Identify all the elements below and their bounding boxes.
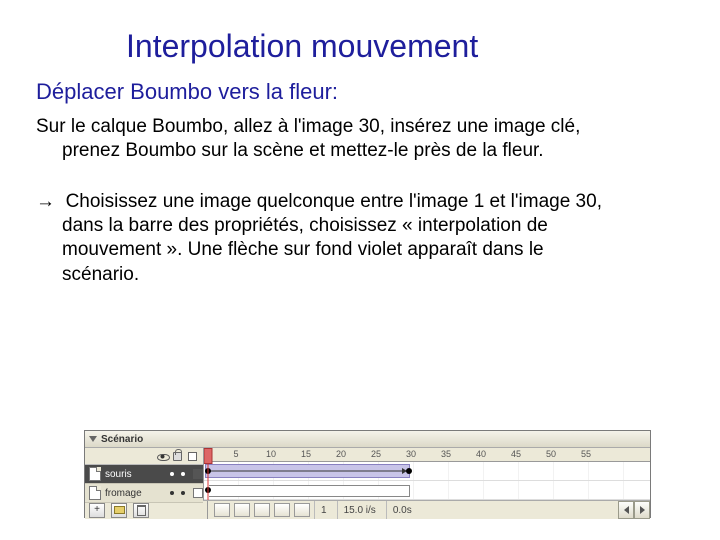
timeline-area[interactable]: 1510152025303540455055 xyxy=(204,448,650,500)
layers-column: souris fromage xyxy=(85,448,204,500)
delete-layer-button[interactable] xyxy=(133,503,149,518)
add-folder-button[interactable] xyxy=(111,503,127,518)
ruler-tick: 10 xyxy=(266,449,276,459)
layer-name: fromage xyxy=(105,488,153,499)
panel-title: Scénario xyxy=(101,434,143,445)
disclosure-icon[interactable] xyxy=(89,436,97,442)
eye-icon[interactable] xyxy=(158,452,167,461)
lock-icon[interactable] xyxy=(173,452,182,461)
layer-icon xyxy=(89,486,101,500)
ruler-tick: 15 xyxy=(301,449,311,459)
center-frame-button[interactable] xyxy=(214,503,230,517)
add-layer-button[interactable] xyxy=(89,503,105,518)
timeline-row[interactable] xyxy=(204,481,650,500)
layer-row[interactable]: souris xyxy=(85,465,203,484)
page-title: Interpolation mouvement xyxy=(126,28,684,65)
playhead-line xyxy=(208,464,209,500)
layer-name: souris xyxy=(105,469,153,480)
ruler-tick: 30 xyxy=(406,449,416,459)
ruler-tick: 40 xyxy=(476,449,486,459)
timeline-panel: Scénario souris fromage xyxy=(84,430,651,518)
edit-multiple-frames-button[interactable] xyxy=(274,503,290,517)
arrow-icon: → xyxy=(36,191,55,212)
color-swatch[interactable] xyxy=(193,469,203,479)
onion-skin-button[interactable] xyxy=(234,503,250,517)
color-swatch[interactable] xyxy=(193,488,203,498)
layer-header xyxy=(85,448,203,465)
paragraph-2: → Choisissez une image quelconque entre … xyxy=(36,190,622,287)
ruler-tick: 55 xyxy=(581,449,591,459)
timeline-row[interactable] xyxy=(204,462,650,481)
subtitle: Déplacer Boumbo vers la fleur: xyxy=(36,79,684,105)
fps-readout: 15.0 i/s xyxy=(337,501,382,519)
ruler-tick: 35 xyxy=(441,449,451,459)
paragraph-1: Sur le calque Boumbo, allez à l'image 30… xyxy=(36,115,602,164)
panel-footer: 1 15.0 i/s 0.0s xyxy=(85,500,650,519)
keyframe[interactable] xyxy=(406,468,412,474)
scroll-left-button[interactable] xyxy=(618,501,634,519)
paragraph-2-text: Choisissez une image quelconque entre l'… xyxy=(62,191,602,285)
elapsed-time-readout: 0.0s xyxy=(386,501,418,519)
onion-skin-outlines-button[interactable] xyxy=(254,503,270,517)
current-frame-readout: 1 xyxy=(314,501,333,519)
playhead[interactable] xyxy=(204,448,213,464)
ruler-tick: 45 xyxy=(511,449,521,459)
scroll-right-button[interactable] xyxy=(634,501,650,519)
ruler-tick: 50 xyxy=(546,449,556,459)
modify-markers-button[interactable] xyxy=(294,503,310,517)
panel-header[interactable]: Scénario xyxy=(85,431,650,448)
frame-span[interactable] xyxy=(209,485,410,497)
motion-tween[interactable] xyxy=(205,464,410,478)
ruler-tick: 5 xyxy=(233,449,238,459)
layer-icon xyxy=(89,467,101,481)
ruler-tick: 20 xyxy=(336,449,346,459)
outline-icon[interactable] xyxy=(188,452,197,461)
ruler-tick: 25 xyxy=(371,449,381,459)
frame-ruler[interactable]: 1510152025303540455055 xyxy=(204,448,650,462)
